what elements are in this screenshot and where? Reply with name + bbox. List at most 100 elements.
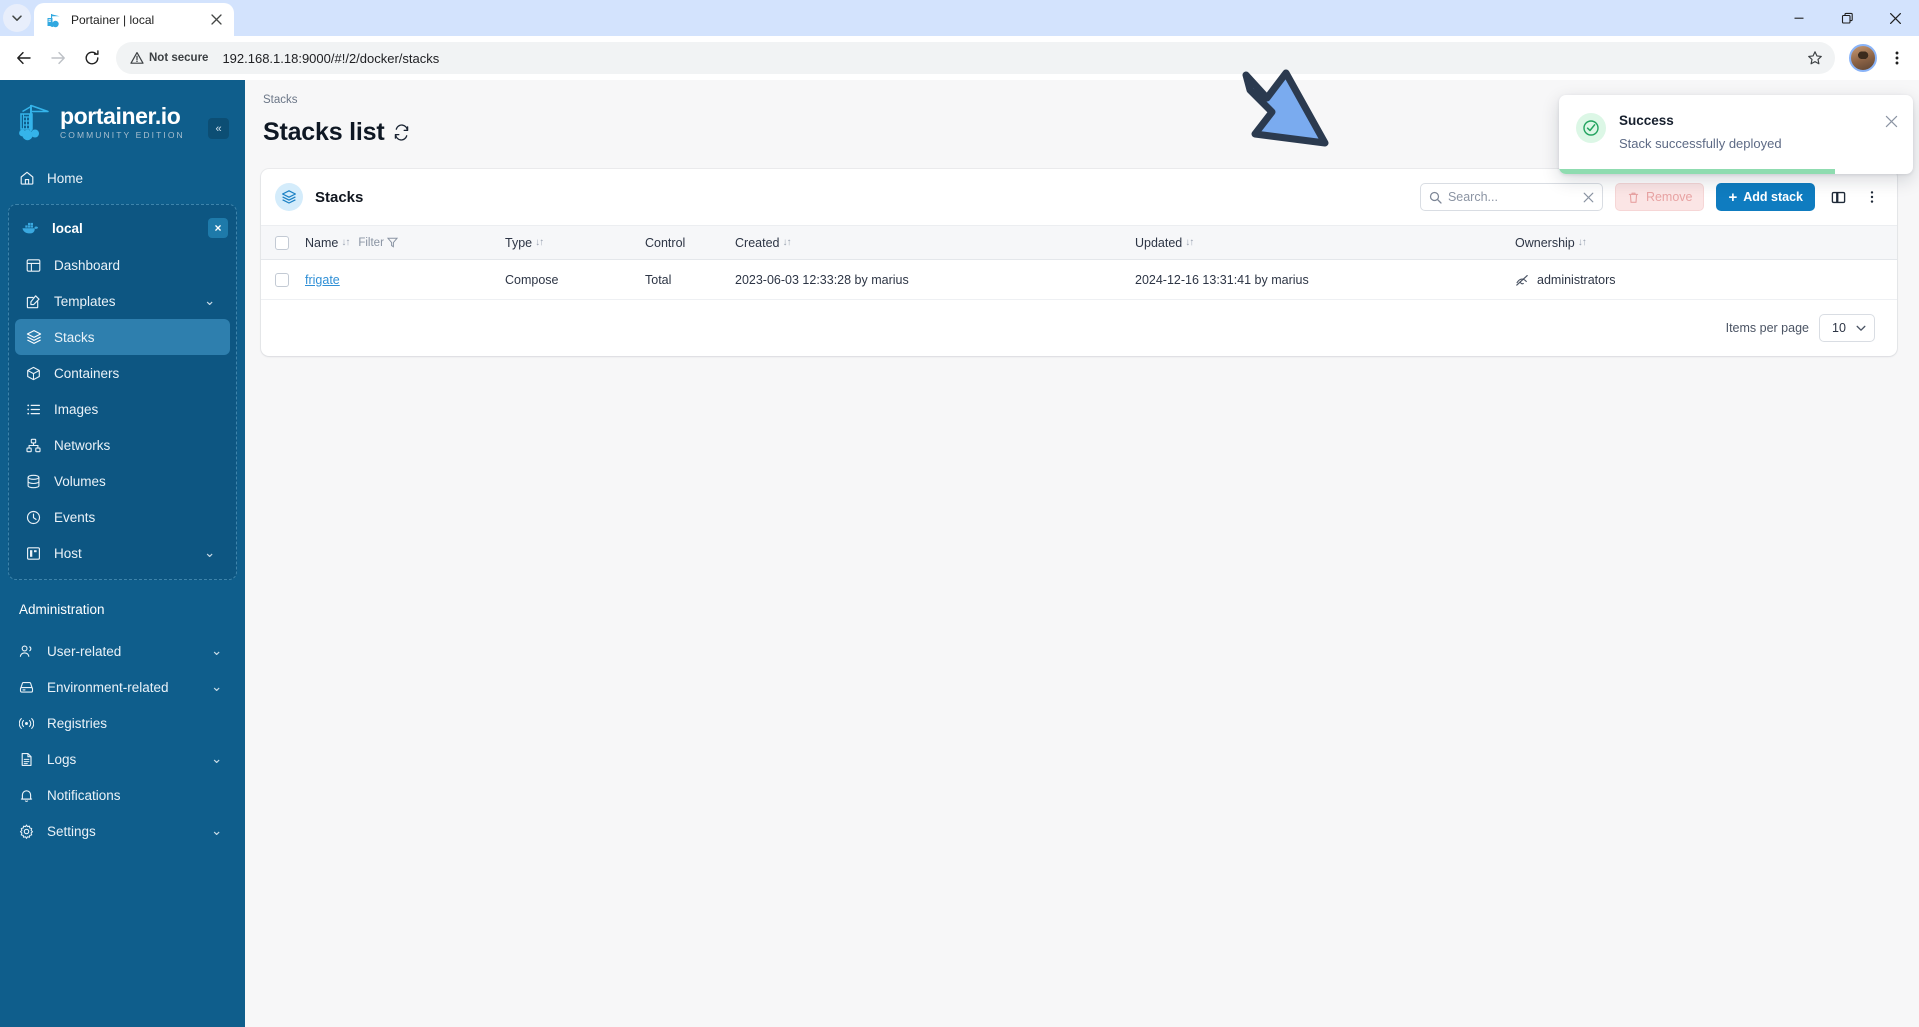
items-per-page-label: Items per page — [1725, 321, 1809, 335]
sidebar-item-notifications[interactable]: Notifications — [8, 777, 237, 813]
portainer-logo[interactable]: portainer.io COMMUNITY EDITION — [0, 80, 245, 150]
sidebar-item-label: Home — [47, 170, 84, 186]
chevron-down-icon[interactable]: ⌄ — [211, 679, 225, 695]
chevron-down-icon[interactable]: ⌄ — [204, 293, 218, 309]
tab-close-button[interactable] — [206, 10, 226, 30]
sidebar-item-user-related[interactable]: User-related ⌄ — [8, 633, 237, 669]
toast-close-button[interactable] — [1883, 113, 1899, 129]
tab-search-button[interactable] — [3, 4, 31, 32]
column-header-name[interactable]: Name ↓↑ Filter — [297, 225, 497, 260]
column-label: Control — [645, 235, 686, 250]
portainer-crane-logo — [19, 104, 49, 141]
select-all-checkbox[interactable] — [275, 235, 289, 250]
sort-indicator[interactable]: ↓↑ — [782, 237, 791, 248]
forward-button[interactable] — [42, 42, 74, 74]
environment-header[interactable]: local × — [9, 211, 236, 245]
sidebar-item-label: Templates — [54, 293, 116, 309]
funnel-icon — [386, 237, 398, 248]
add-stack-button[interactable]: + Add stack — [1716, 183, 1815, 211]
toast-progress-bar — [1559, 169, 1836, 174]
containers-icon — [25, 365, 42, 382]
back-button[interactable] — [8, 42, 40, 74]
sidebar-item-home[interactable]: Home — [8, 160, 237, 196]
stack-name-link[interactable]: frigate — [305, 273, 340, 287]
sidebar-item-dashboard[interactable]: Dashboard — [15, 247, 230, 283]
column-header-created[interactable]: Created ↓↑ — [727, 225, 1127, 260]
sidebar-item-templates[interactable]: Templates ⌄ — [15, 283, 230, 319]
sidebar-item-networks[interactable]: Networks — [15, 427, 230, 463]
sort-indicator[interactable]: ↓↑ — [1185, 237, 1194, 248]
tab-title: Portainer | local — [71, 12, 155, 27]
column-header-ownership[interactable]: Ownership ↓↑ — [1507, 225, 1897, 260]
chevron-down-icon[interactable]: ⌄ — [211, 751, 225, 767]
gear-icon — [18, 823, 35, 840]
sidebar-item-images[interactable]: Images — [15, 391, 230, 427]
chevron-down-icon[interactable]: ⌄ — [204, 545, 218, 561]
host-icon — [25, 545, 42, 562]
sort-indicator[interactable]: ↓↑ — [1578, 237, 1587, 248]
sidebar-item-label: Events — [54, 509, 96, 525]
stacks-panel: Stacks Search... Remove + Add stack Name… — [261, 169, 1897, 356]
sidebar-item-environment-related[interactable]: Environment-related ⌄ — [8, 669, 237, 705]
search-box[interactable] — [1419, 183, 1603, 211]
items-per-page-select[interactable]: 10 — [1819, 314, 1875, 342]
column-label: Updated — [1135, 235, 1183, 250]
column-header-type[interactable]: Type ↓↑ — [497, 225, 637, 260]
sort-indicator[interactable]: ↓↑ — [341, 237, 350, 248]
sidebar-item-label: Stacks — [54, 329, 95, 345]
sidebar-collapse-button[interactable]: « — [208, 118, 229, 139]
sidebar-item-containers[interactable]: Containers — [15, 355, 230, 391]
security-indicator[interactable]: Not secure — [130, 51, 216, 65]
home-icon — [18, 170, 35, 187]
bookmark-button[interactable] — [1801, 44, 1829, 72]
sidebar-item-settings[interactable]: Settings ⌄ — [8, 813, 237, 849]
name-filter-button[interactable]: Filter — [358, 237, 398, 249]
search-icon — [1429, 191, 1442, 204]
sidebar-item-volumes[interactable]: Volumes — [15, 463, 230, 499]
search-clear-button[interactable] — [1582, 190, 1596, 204]
table-row[interactable]: frigate Compose Total 2023-06-03 12:33:2… — [261, 259, 1897, 300]
registries-icon — [18, 715, 35, 732]
column-header-updated[interactable]: Updated ↓↑ — [1127, 225, 1507, 260]
column-header-control[interactable]: Control — [637, 225, 727, 260]
environment-close-button[interactable]: × — [208, 218, 228, 238]
chevron-down-icon — [1856, 325, 1866, 331]
sidebar-item-registries[interactable]: Registries — [8, 705, 237, 741]
row-checkbox[interactable] — [275, 272, 289, 287]
environment-nav-list: Dashboard Templates ⌄ Stacks Containers … — [9, 245, 236, 571]
kebab-menu-icon — [1870, 191, 1874, 203]
chevron-down-icon[interactable]: ⌄ — [211, 643, 225, 659]
reload-icon — [85, 50, 99, 65]
filter-label: Filter — [358, 236, 384, 249]
sidebar-item-logs[interactable]: Logs ⌄ — [8, 741, 237, 777]
profile-avatar[interactable] — [1849, 44, 1877, 72]
sidebar-item-label: Containers — [54, 365, 120, 381]
window-minimize-button[interactable] — [1775, 0, 1823, 36]
browser-menu-button[interactable] — [1883, 41, 1911, 75]
reload-button[interactable] — [76, 42, 108, 74]
sidebar-item-host[interactable]: Host ⌄ — [15, 535, 230, 571]
sidebar-item-stacks[interactable]: Stacks — [15, 319, 230, 355]
remove-button[interactable]: Remove — [1614, 183, 1705, 211]
ownership-label: administrators — [1537, 272, 1616, 287]
browser-tab[interactable]: Portainer | local — [34, 3, 234, 36]
cell-name: frigate — [297, 259, 497, 300]
search-input[interactable] — [1447, 190, 1576, 204]
sidebar-item-events[interactable]: Events — [15, 499, 230, 535]
panel-header: Stacks Search... Remove + Add stack — [261, 169, 1897, 225]
address-bar[interactable]: Not secure 192.168.1.18:9000/#!/2/docker… — [116, 42, 1835, 74]
sort-indicator[interactable]: ↓↑ — [535, 237, 544, 248]
sidebar-item-label: Networks — [54, 437, 111, 453]
window-maximize-button[interactable] — [1823, 0, 1871, 36]
column-label: Ownership — [1515, 235, 1575, 250]
panel-menu-button[interactable] — [1861, 185, 1883, 209]
close-icon — [1885, 115, 1897, 127]
cell-updated: 2024-12-16 13:31:41 by marius — [1127, 259, 1507, 300]
chevron-down-icon[interactable]: ⌄ — [211, 823, 225, 839]
refresh-icon[interactable] — [393, 124, 410, 141]
column-layout-button[interactable] — [1827, 185, 1849, 209]
window-close-button[interactable] — [1871, 0, 1919, 36]
star-icon — [1808, 51, 1822, 65]
portainer-favicon — [47, 13, 60, 27]
url-text[interactable]: 192.168.1.18:9000/#!/2/docker/stacks — [222, 51, 1795, 66]
